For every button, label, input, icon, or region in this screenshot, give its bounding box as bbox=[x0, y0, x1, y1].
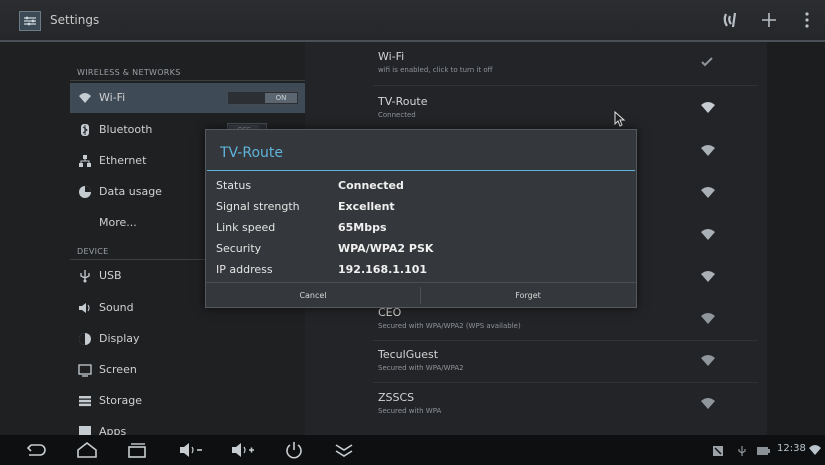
network-name: TeculGuest bbox=[378, 348, 439, 361]
wifi-signal-icon bbox=[701, 102, 715, 113]
row-title: Wi-Fi bbox=[378, 50, 405, 63]
network-status: Connected bbox=[378, 111, 416, 119]
wifi-master-row[interactable]: Wi-Fi wifi is enabled, click to turn it … bbox=[305, 42, 767, 84]
apps-icon bbox=[79, 426, 91, 435]
sidebar-item-wifi[interactable]: Wi-Fi ON bbox=[70, 83, 305, 113]
section-divider bbox=[70, 80, 305, 81]
network-details-dialog: TV-Route Status Connected Signal strengt… bbox=[205, 129, 637, 308]
section-header-device: DEVICE bbox=[77, 247, 109, 256]
forget-button[interactable]: Forget bbox=[421, 283, 635, 308]
sidebar-item-label: More... bbox=[99, 216, 137, 229]
right-margin bbox=[767, 42, 825, 435]
wifi-signal-icon bbox=[701, 145, 715, 156]
dialog-title: TV-Route bbox=[220, 145, 283, 161]
sidebar-item-label: Apps bbox=[99, 425, 127, 435]
dialog-title-divider bbox=[207, 170, 635, 171]
app-title: Settings bbox=[50, 13, 100, 27]
sidebar-item-display[interactable]: Display bbox=[70, 324, 305, 354]
ethernet-icon bbox=[79, 155, 91, 167]
power-icon[interactable] bbox=[284, 441, 304, 459]
wifi-network-row[interactable]: TeculGuest Secured with WPA/WPA2 bbox=[305, 340, 767, 382]
sidebar-item-label: Ethernet bbox=[99, 154, 147, 167]
wifi-network-row[interactable]: ZSSCS Secured with WPA bbox=[305, 383, 767, 425]
system-nav-bar: 12:38 bbox=[0, 435, 825, 465]
sidebar-item-storage[interactable]: Storage bbox=[70, 386, 305, 416]
toggle-knob: ON bbox=[265, 93, 297, 103]
cancel-button[interactable]: Cancel bbox=[206, 283, 420, 308]
row-subtitle: wifi is enabled, click to turn it off bbox=[378, 66, 493, 74]
info-key: IP address bbox=[216, 263, 273, 276]
info-row-signal: Signal strength Excellent bbox=[206, 197, 636, 217]
network-name: ZSSCS bbox=[378, 391, 415, 404]
info-row-link-speed: Link speed 65Mbps bbox=[206, 218, 636, 238]
wifi-signal-icon bbox=[701, 229, 715, 240]
status-clock: 12:38 bbox=[777, 443, 806, 454]
info-value: 192.168.1.101 bbox=[338, 263, 428, 276]
wifi-toggle[interactable]: ON bbox=[227, 91, 299, 105]
wifi-network-row[interactable]: TV-Route Connected bbox=[305, 87, 767, 129]
section-header-wireless: WIRELESS & NETWORKS bbox=[77, 68, 181, 77]
sound-icon bbox=[79, 303, 90, 313]
info-key: Signal strength bbox=[216, 200, 300, 213]
sidebar-item-label: Data usage bbox=[99, 185, 162, 198]
sidebar-item-label: Bluetooth bbox=[99, 123, 153, 136]
network-security: Secured with WPA/WPA2 bbox=[378, 364, 464, 372]
back-icon[interactable] bbox=[25, 441, 47, 459]
info-row-status: Status Connected bbox=[206, 176, 636, 196]
sidebar-item-label: Storage bbox=[99, 394, 143, 407]
volume-up-icon[interactable] bbox=[230, 441, 256, 459]
sidebar-item-label: Wi-Fi bbox=[99, 91, 126, 104]
usb-status-icon bbox=[738, 446, 746, 456]
info-key: Security bbox=[216, 242, 262, 255]
sidebar-item-screen[interactable]: Screen bbox=[70, 355, 305, 385]
data-usage-icon bbox=[79, 186, 91, 198]
overflow-menu-icon[interactable] bbox=[802, 10, 812, 30]
home-icon[interactable] bbox=[76, 441, 98, 459]
settings-app-icon[interactable] bbox=[19, 11, 41, 31]
collapse-icon[interactable] bbox=[333, 441, 355, 459]
sidebar-item-label: Screen bbox=[99, 363, 137, 376]
check-icon bbox=[701, 57, 713, 67]
wifi-status-icon bbox=[809, 445, 821, 455]
network-security: Secured with WPA/WPA2 (WPS available) bbox=[378, 322, 521, 330]
info-value: Excellent bbox=[338, 200, 395, 213]
info-key: Link speed bbox=[216, 221, 276, 234]
info-row-ip: IP address 192.168.1.101 bbox=[206, 260, 636, 280]
volume-down-icon[interactable] bbox=[178, 441, 204, 459]
wifi-signal-icon bbox=[701, 355, 715, 366]
dialog-button-bar: Cancel Forget bbox=[206, 282, 636, 308]
sidebar-item-label: Sound bbox=[99, 301, 134, 314]
usb-icon bbox=[80, 270, 90, 283]
wifi-icon bbox=[79, 93, 91, 103]
battery-icon bbox=[757, 447, 770, 455]
network-security: Secured with WPA bbox=[378, 407, 442, 415]
wifi-signal-icon bbox=[701, 271, 715, 282]
wifi-signal-icon bbox=[701, 187, 715, 198]
wps-icon[interactable] bbox=[721, 10, 741, 30]
display-icon bbox=[79, 333, 91, 345]
notification-icon[interactable] bbox=[712, 445, 724, 457]
action-bar: Settings bbox=[0, 0, 825, 42]
network-name: TV-Route bbox=[378, 95, 428, 108]
row-divider bbox=[373, 85, 758, 86]
screen-icon bbox=[78, 364, 92, 377]
wifi-signal-icon bbox=[701, 313, 715, 324]
wifi-signal-icon bbox=[701, 398, 715, 409]
storage-icon bbox=[79, 396, 91, 407]
add-network-icon[interactable] bbox=[759, 10, 779, 30]
info-value: WPA/WPA2 PSK bbox=[338, 242, 434, 255]
info-key: Status bbox=[216, 179, 252, 192]
mouse-cursor-icon bbox=[614, 111, 626, 127]
info-value: 65Mbps bbox=[338, 221, 387, 234]
info-value: Connected bbox=[338, 179, 404, 192]
sidebar-item-label: Display bbox=[99, 332, 140, 345]
sidebar-item-apps[interactable]: Apps bbox=[70, 417, 305, 435]
recent-apps-icon[interactable] bbox=[126, 441, 148, 459]
sidebar-item-label: USB bbox=[99, 269, 122, 282]
info-row-security: Security WPA/WPA2 PSK bbox=[206, 239, 636, 259]
bluetooth-icon bbox=[81, 124, 89, 136]
